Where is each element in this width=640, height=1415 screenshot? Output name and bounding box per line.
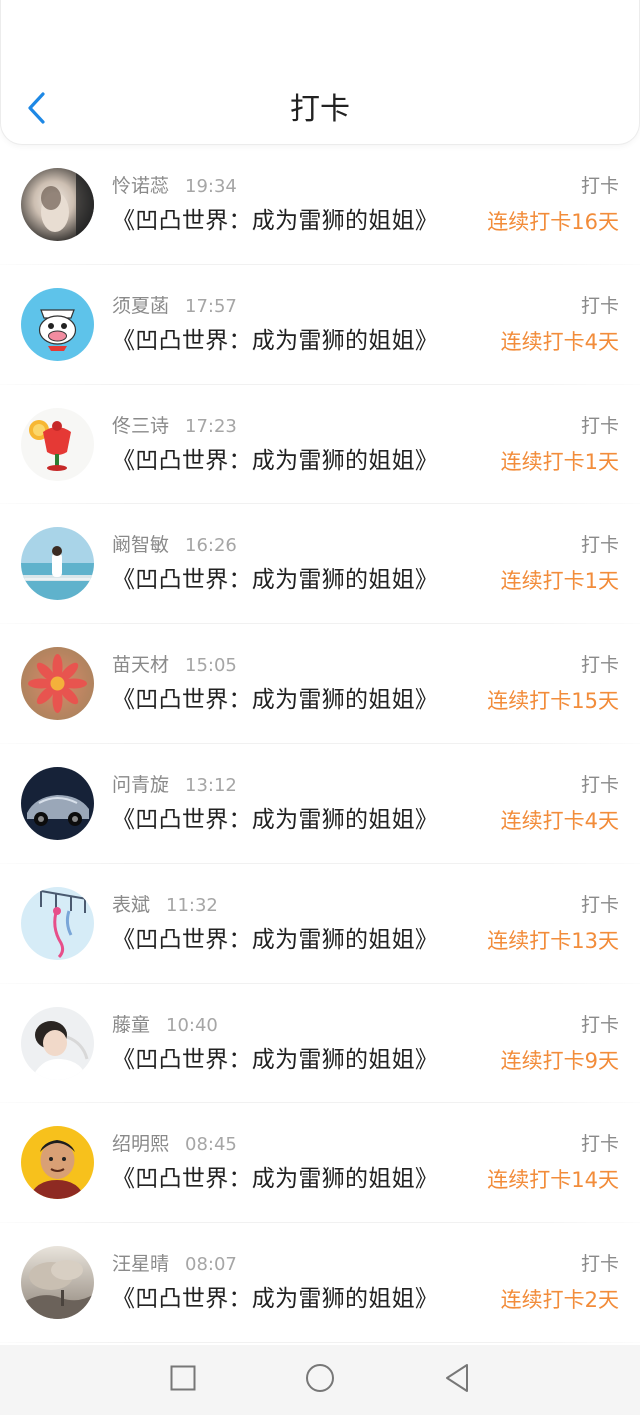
recents-button[interactable] (166, 1363, 200, 1397)
list-item[interactable]: 表斌 11:32 《凹凸世界：成为雷狮的姐姐》 打卡 连续打卡13天 (0, 864, 640, 984)
user-name: 绍明熙 08:45 (112, 1133, 237, 1156)
action-label: 打卡 (580, 1133, 619, 1156)
circle-icon (305, 1363, 335, 1397)
user-name: 汪星晴 08:07 (112, 1253, 237, 1276)
avatar[interactable] (21, 886, 94, 960)
avatar[interactable] (21, 407, 94, 481)
avatar[interactable] (21, 287, 94, 361)
checkin-time: 08:45 (185, 1134, 237, 1156)
checkin-time: 10:40 (166, 1014, 218, 1036)
avatar[interactable] (21, 168, 94, 241)
streak-label: 连续打卡4天 (500, 808, 619, 833)
streak-label: 连续打卡1天 (500, 569, 619, 594)
checkin-time: 17:57 (185, 295, 237, 317)
book-title[interactable]: 《凹凸世界：成为雷狮的姐姐》 (112, 325, 438, 357)
avatar[interactable] (21, 1126, 94, 1200)
list-item[interactable]: 阚智敏 16:26 《凹凸世界：成为雷狮的姐姐》 打卡 连续打卡1天 (0, 504, 640, 624)
checkin-time: 11:32 (166, 894, 218, 916)
list-item[interactable]: 问青旋 13:12 《凹凸世界：成为雷狮的姐姐》 打卡 连续打卡4天 (0, 744, 640, 864)
user-name: 佟三诗 17:23 (112, 414, 237, 437)
action-label: 打卡 (580, 534, 619, 557)
book-title[interactable]: 《凹凸世界：成为雷狮的姐姐》 (112, 1283, 438, 1315)
checkin-time: 15:05 (185, 655, 237, 677)
system-back-button[interactable] (440, 1363, 474, 1397)
book-title[interactable]: 《凹凸世界：成为雷狮的姐姐》 (112, 684, 438, 716)
list-item[interactable]: 汪星晴 08:07 《凹凸世界：成为雷狮的姐姐》 打卡 连续打卡2天 (0, 1223, 640, 1343)
book-title[interactable]: 《凹凸世界：成为雷狮的姐姐》 (112, 445, 438, 477)
book-title[interactable]: 《凹凸世界：成为雷狮的姐姐》 (112, 804, 438, 836)
book-title[interactable]: 《凹凸世界：成为雷狮的姐姐》 (112, 564, 438, 596)
user-name: 须夏菡 17:57 (112, 294, 237, 317)
list-item[interactable]: 须夏菡 17:57 《凹凸世界：成为雷狮的姐姐》 打卡 连续打卡4天 (0, 265, 640, 385)
checkin-list: 怜诺蕊 19:34 《凹凸世界：成为雷狮的姐姐》 打卡 连续打卡16天 须夏菡 17… (0, 145, 640, 1343)
streak-label: 连续打卡2天 (500, 1288, 619, 1313)
action-label: 打卡 (580, 1253, 619, 1276)
triangle-back-icon (443, 1363, 471, 1397)
action-label: 打卡 (580, 414, 619, 437)
checkin-time: 13:12 (185, 774, 237, 796)
system-nav-bar (0, 1345, 640, 1415)
avatar[interactable] (21, 766, 94, 840)
user-name: 问青旋 13:12 (112, 773, 237, 796)
user-name: 怜诺蕊 19:34 (112, 175, 237, 197)
action-label: 打卡 (580, 175, 619, 197)
action-label: 打卡 (580, 294, 619, 317)
book-title[interactable]: 《凹凸世界：成为雷狮的姐姐》 (112, 1163, 438, 1195)
avatar[interactable] (21, 1246, 94, 1320)
user-name: 苗天材 15:05 (112, 654, 237, 677)
book-title[interactable]: 《凹凸世界：成为雷狮的姐姐》 (112, 1044, 438, 1076)
avatar[interactable] (21, 1006, 94, 1080)
user-name: 表斌 11:32 (112, 893, 218, 916)
list-item[interactable]: 佟三诗 17:23 《凹凸世界：成为雷狮的姐姐》 打卡 连续打卡1天 (0, 385, 640, 505)
app-header: 打卡 (0, 0, 640, 145)
square-icon (169, 1364, 197, 1396)
action-label: 打卡 (580, 773, 619, 796)
list-item[interactable]: 绍明熙 08:45 《凹凸世界：成为雷狮的姐姐》 打卡 连续打卡14天 (0, 1103, 640, 1223)
book-title[interactable]: 《凹凸世界：成为雷狮的姐姐》 (112, 205, 438, 237)
checkin-time: 16:26 (185, 535, 237, 557)
streak-label: 连续打卡16天 (487, 210, 619, 234)
avatar[interactable] (21, 647, 94, 721)
action-label: 打卡 (580, 654, 619, 677)
action-label: 打卡 (580, 1013, 619, 1036)
streak-label: 连续打卡15天 (487, 689, 619, 714)
streak-label: 连续打卡9天 (500, 1048, 619, 1073)
home-button[interactable] (303, 1363, 337, 1397)
streak-label: 连续打卡13天 (487, 928, 619, 953)
streak-label: 连续打卡4天 (500, 329, 619, 354)
checkin-page: 打卡 怜诺蕊 19:34 《凹凸世界：成为雷狮的姐姐》 打卡 连续打卡16天 须… (0, 0, 640, 1415)
list-item[interactable]: 苗天材 15:05 《凹凸世界：成为雷狮的姐姐》 打卡 连续打卡15天 (0, 624, 640, 744)
page-title: 打卡 (290, 92, 350, 127)
list-item[interactable]: 藤童 10:40 《凹凸世界：成为雷狮的姐姐》 打卡 连续打卡9天 (0, 984, 640, 1104)
streak-label: 连续打卡1天 (500, 449, 619, 474)
user-name: 阚智敏 16:26 (112, 534, 237, 557)
avatar[interactable] (21, 527, 94, 601)
checkin-time: 17:23 (185, 415, 237, 437)
checkin-time: 19:34 (185, 176, 237, 197)
action-label: 打卡 (580, 893, 619, 916)
list-item[interactable]: 怜诺蕊 19:34 《凹凸世界：成为雷狮的姐姐》 打卡 连续打卡16天 (0, 145, 640, 265)
book-title[interactable]: 《凹凸世界：成为雷狮的姐姐》 (112, 924, 438, 956)
user-name: 藤童 10:40 (112, 1013, 218, 1036)
streak-label: 连续打卡14天 (487, 1168, 619, 1193)
checkin-time: 08:07 (185, 1254, 237, 1276)
